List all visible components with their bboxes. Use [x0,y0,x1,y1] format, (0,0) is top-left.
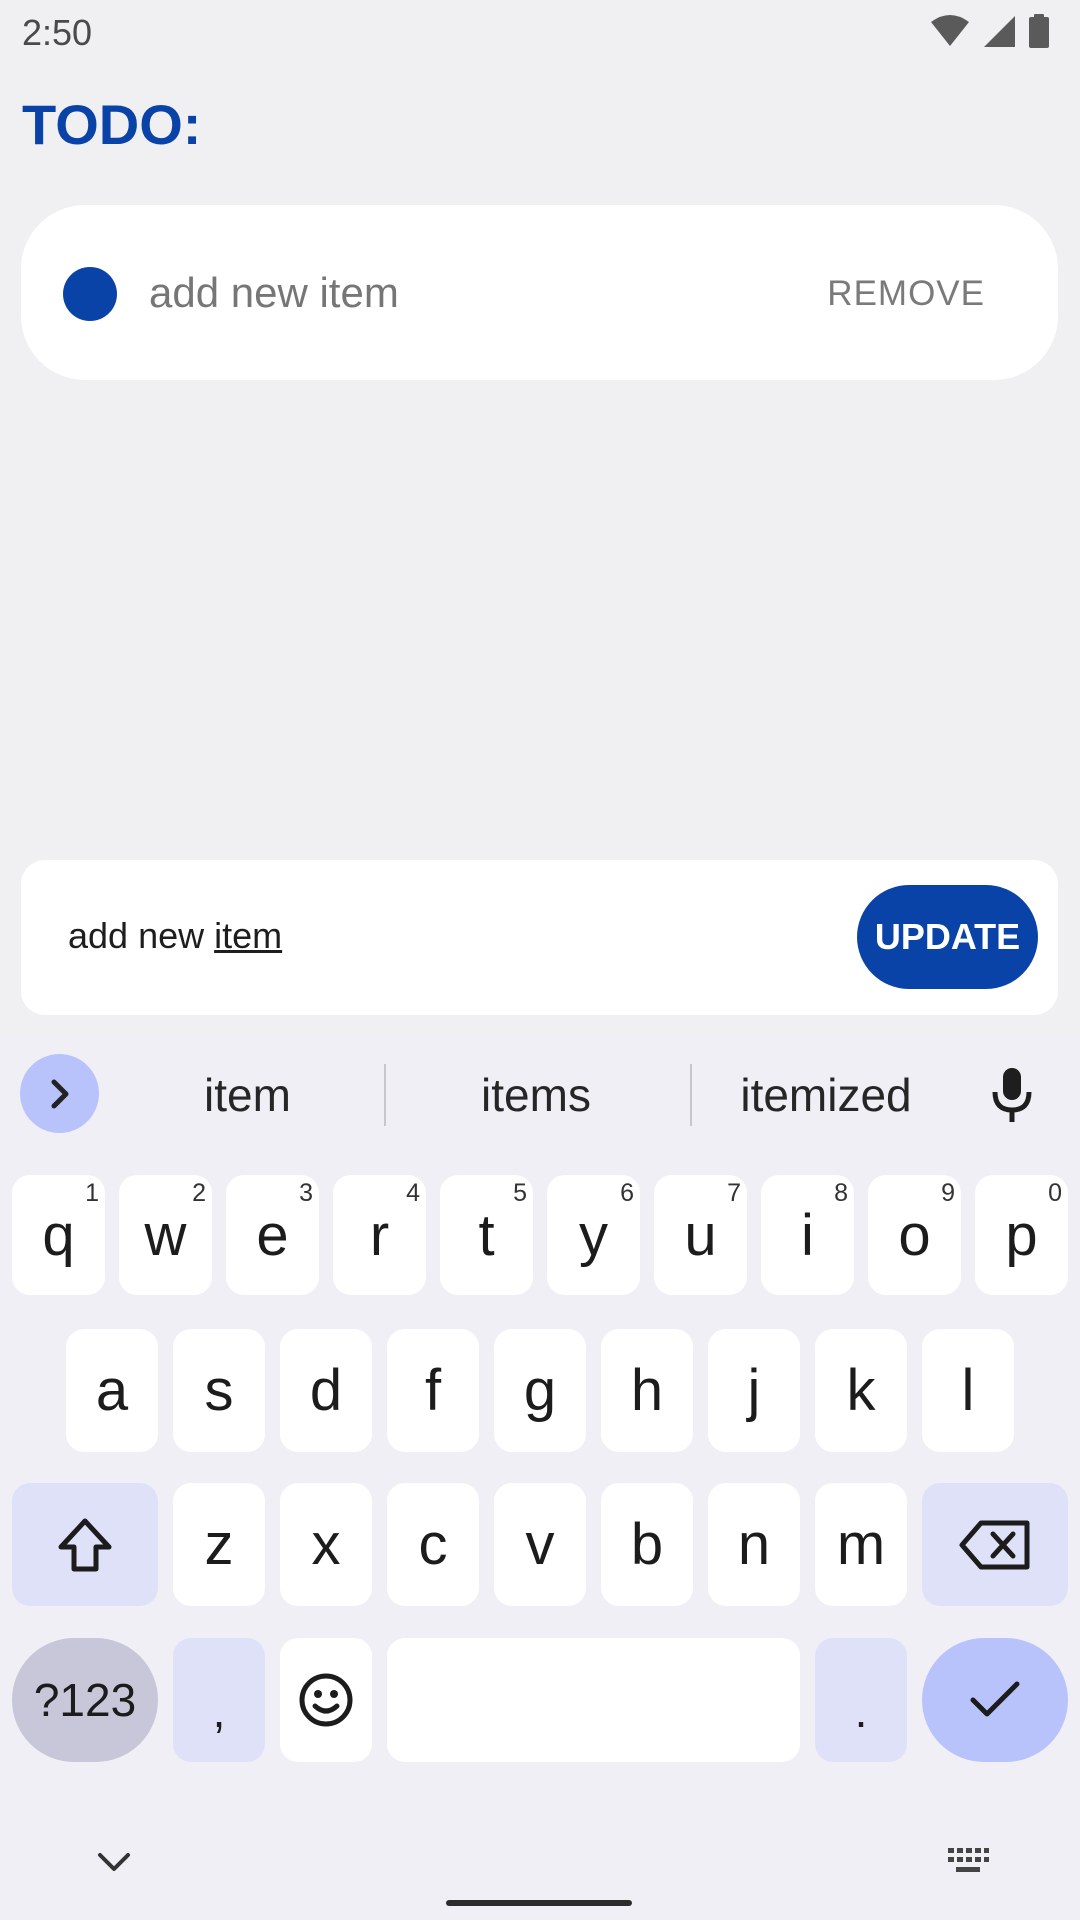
suggestion-3[interactable]: itemized [710,1068,942,1122]
todo-item-text: add new item [149,269,399,316]
key-w[interactable]: w2 [119,1175,212,1295]
checkmark-icon [970,1681,1020,1717]
key-q[interactable]: q1 [12,1175,105,1295]
input-text: add new [68,915,215,956]
home-indicator[interactable] [446,1900,632,1906]
hide-keyboard-chevron-icon[interactable] [96,1850,132,1874]
mic-button[interactable] [990,1066,1034,1129]
key-k[interactable]: k [815,1329,907,1452]
key-d[interactable]: d [280,1329,372,1452]
key-m[interactable]: m [815,1483,907,1606]
key-t[interactable]: t5 [440,1175,533,1295]
emoji-key[interactable] [280,1638,372,1762]
key-e[interactable]: e3 [226,1175,319,1295]
key-b[interactable]: b [601,1483,693,1606]
key-f[interactable]: f [387,1329,479,1452]
key-r[interactable]: r4 [333,1175,426,1295]
key-n[interactable]: n [708,1483,800,1606]
update-button[interactable]: UPDATE [857,885,1038,989]
todo-list-item[interactable]: add new item REMOVE [21,205,1058,380]
backspace-key[interactable] [922,1483,1068,1606]
emoji-icon [299,1673,353,1727]
signal-icon [984,16,1015,47]
suggestion-strip: item items itemized [0,1036,1080,1156]
key-i[interactable]: i8 [761,1175,854,1295]
status-time: 2:50 [22,12,93,53]
space-key[interactable] [387,1638,800,1762]
suggestion-1[interactable]: item [150,1068,345,1122]
suggestion-2[interactable]: items [420,1068,652,1122]
key-x[interactable]: x [280,1483,372,1606]
page-title: TODO: [22,93,202,156]
key-g[interactable]: g [494,1329,586,1452]
composing-text: item [214,915,283,956]
battery-icon [1029,14,1049,48]
enter-key[interactable] [922,1638,1068,1762]
key-v[interactable]: v [494,1483,586,1606]
chevron-right-icon [51,1079,68,1108]
edit-panel: add new item UPDATE [21,860,1058,1015]
key-l[interactable]: l [922,1329,1014,1452]
remove-button[interactable]: REMOVE [827,274,985,314]
expand-toolbar-button[interactable] [20,1054,99,1133]
backspace-icon [959,1520,1030,1569]
status-icons [930,14,1050,48]
soft-keyboard: item items itemized q1 w2 e3 r4 t5 y6 u7… [0,1036,1080,1920]
key-a[interactable]: a [66,1329,158,1452]
comma-key[interactable]: , [173,1638,265,1762]
key-c[interactable]: c [387,1483,479,1606]
wifi-icon [931,15,969,46]
microphone-icon [992,1068,1032,1122]
keyboard-switch-icon[interactable] [946,1846,990,1876]
symbols-key[interactable]: ?123 [12,1638,158,1762]
shift-key[interactable] [12,1483,158,1606]
item-bullet-icon[interactable] [63,267,117,321]
suggestion-divider [690,1064,692,1126]
key-h[interactable]: h [601,1329,693,1452]
key-y[interactable]: y6 [547,1175,640,1295]
key-s[interactable]: s [173,1329,265,1452]
key-o[interactable]: o9 [868,1175,961,1295]
shift-icon [58,1518,112,1571]
period-key[interactable]: . [815,1638,907,1762]
key-p[interactable]: p0 [975,1175,1068,1295]
status-bar: 2:50 [0,0,1080,64]
key-j[interactable]: j [708,1329,800,1452]
key-u[interactable]: u7 [654,1175,747,1295]
key-z[interactable]: z [173,1483,265,1606]
suggestion-divider [384,1064,386,1126]
item-input[interactable]: add new item [68,915,282,957]
